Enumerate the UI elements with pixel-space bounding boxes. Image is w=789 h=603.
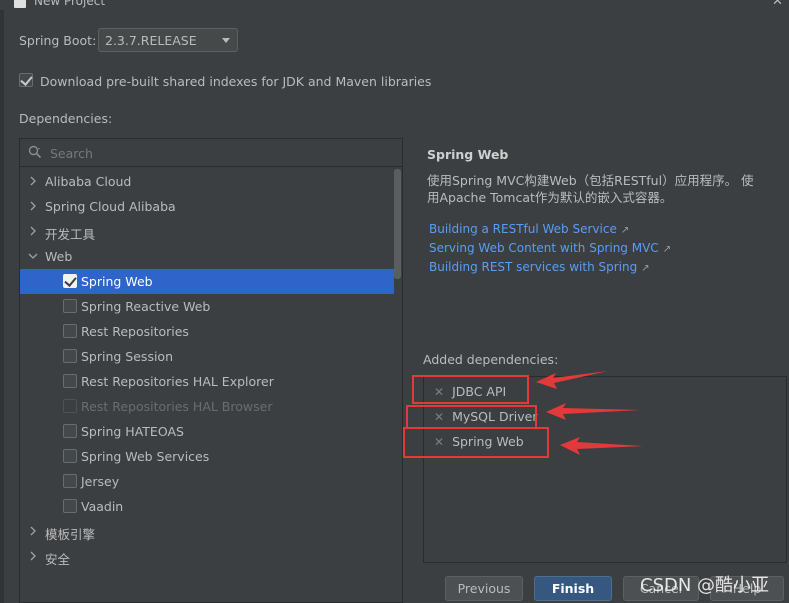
dependency-label: Rest Repositories HAL Explorer — [81, 374, 274, 389]
guide-link[interactable]: Serving Web Content with Spring MVC ↗ — [429, 241, 671, 255]
tree-group-template-engine[interactable]: 模板引擎 — [20, 519, 394, 544]
dependency-checkbox[interactable] — [63, 349, 77, 363]
tree-group-spring-cloud-alibaba[interactable]: Spring Cloud Alibaba — [20, 194, 394, 219]
close-icon[interactable]: ✕ — [772, 0, 783, 9]
dependency-search[interactable]: Search — [20, 139, 402, 167]
dependency-label: Jersey — [81, 474, 120, 489]
dependency-spring-hateoas[interactable]: Spring HATEOAS — [20, 419, 394, 444]
guide-link-text[interactable]: Building a RESTful Web Service — [429, 222, 617, 236]
external-link-icon: ↗ — [662, 244, 672, 255]
dependency-label: Spring Web — [81, 274, 153, 289]
search-icon — [28, 145, 42, 159]
chevron-right-icon[interactable] — [27, 550, 39, 562]
detail-description: 使用Spring MVC构建Web（包括RESTful）应用程序。 使用Apac… — [427, 173, 754, 205]
dependency-spring-web-services[interactable]: Spring Web Services — [20, 444, 394, 469]
spring-boot-label: Spring Boot: — [19, 33, 97, 48]
dependency-checkbox[interactable] — [63, 424, 77, 438]
dependency-checkbox[interactable] — [63, 299, 77, 313]
tree-group-label: 安全 — [45, 552, 71, 567]
chevron-right-icon[interactable] — [27, 225, 39, 237]
dependency-label: Rest Repositories HAL Browser — [81, 399, 273, 414]
dependency-label: Vaadin — [81, 499, 124, 514]
spring-boot-version-value: 2.3.7.RELEASE — [105, 33, 197, 48]
dependency-checkbox[interactable] — [63, 474, 77, 488]
chevron-right-icon[interactable] — [27, 200, 39, 212]
external-link-icon: ↗ — [641, 263, 650, 274]
tree-group-label: Spring Cloud Alibaba — [45, 199, 176, 214]
download-indexes-checkbox[interactable] — [19, 73, 33, 87]
dependency-jersey[interactable]: Jersey — [20, 469, 394, 494]
external-link-icon: ↗ — [620, 225, 630, 236]
window-edge — [0, 10, 4, 603]
dependency-checkbox[interactable] — [63, 499, 77, 513]
chevron-right-icon[interactable] — [27, 175, 39, 187]
detail-title: Spring Web — [427, 147, 509, 162]
guide-link-text[interactable]: Building REST services with Spring — [429, 260, 637, 274]
dependency-checkbox[interactable] — [63, 274, 77, 288]
search-placeholder: Search — [50, 146, 93, 161]
dependency-spring-web[interactable]: Spring Web — [20, 269, 394, 294]
dependency-label: Spring Session — [81, 349, 174, 364]
app-icon — [14, 0, 26, 8]
annotation-box — [403, 427, 549, 458]
dependency-checkbox — [63, 399, 77, 413]
added-dependencies-label: Added dependencies: — [423, 352, 559, 367]
tree-group-dev-tools[interactable]: 开发工具 — [20, 219, 394, 244]
dependency-rest-repositories-hal-browser: Rest Repositories HAL Browser — [20, 394, 394, 419]
guide-link-text[interactable]: Serving Web Content with Spring MVC — [429, 241, 659, 255]
tree-group-label: 模板引擎 — [45, 527, 96, 542]
dependencies-label: Dependencies: — [19, 111, 113, 126]
csdn-watermark: CSDN @酷小亚 — [640, 575, 770, 596]
tree-group-label: Web — [45, 249, 73, 264]
dependencies-tree[interactable]: Search Alibaba Cloud Spring Cloud Alibab… — [19, 138, 403, 603]
annotation-box — [412, 375, 529, 404]
dependency-label: Rest Repositories — [81, 324, 189, 339]
dependency-rest-repositories-hal-explorer[interactable]: Rest Repositories HAL Explorer — [20, 369, 394, 394]
previous-button[interactable]: Previous — [445, 576, 523, 601]
annotation-box — [406, 405, 537, 429]
finish-button-label: Finish — [551, 581, 595, 596]
dependency-label: Spring Reactive Web — [81, 299, 211, 314]
dependency-checkbox[interactable] — [63, 449, 77, 463]
download-indexes-label[interactable]: Download pre-built shared indexes for JD… — [40, 74, 431, 89]
tree-group-label: 开发工具 — [45, 227, 96, 242]
guide-link[interactable]: Building REST services with Spring ↗ — [429, 260, 650, 274]
dependency-checkbox[interactable] — [63, 374, 77, 388]
dependency-label: Spring Web Services — [81, 449, 210, 464]
dependency-label: Spring HATEOAS — [81, 424, 184, 439]
dependency-checkbox[interactable] — [63, 324, 77, 338]
finish-button[interactable]: Finish — [534, 576, 612, 601]
chevron-down-icon — [222, 38, 230, 43]
dependency-vaadin[interactable]: Vaadin — [20, 494, 394, 519]
dependency-spring-reactive-web[interactable]: Spring Reactive Web — [20, 294, 394, 319]
chevron-right-icon[interactable] — [27, 525, 39, 537]
previous-button-label: Previous — [457, 581, 511, 596]
tree-group-web[interactable]: Web — [20, 244, 394, 269]
window-title: New Project — [34, 0, 106, 8]
tree-group-label: Alibaba Cloud — [45, 174, 132, 189]
dependency-rest-repositories[interactable]: Rest Repositories — [20, 319, 394, 344]
spring-boot-version-select[interactable]: 2.3.7.RELEASE — [98, 28, 238, 52]
guide-link[interactable]: Building a RESTful Web Service ↗ — [429, 222, 629, 236]
tree-scrollbar[interactable] — [394, 169, 401, 279]
chevron-down-icon[interactable] — [27, 250, 39, 262]
title-bar — [0, 0, 789, 10]
dependency-spring-session[interactable]: Spring Session — [20, 344, 394, 369]
tree-group-security[interactable]: 安全 — [20, 544, 394, 569]
tree-group-alibaba-cloud[interactable]: Alibaba Cloud — [20, 169, 394, 194]
